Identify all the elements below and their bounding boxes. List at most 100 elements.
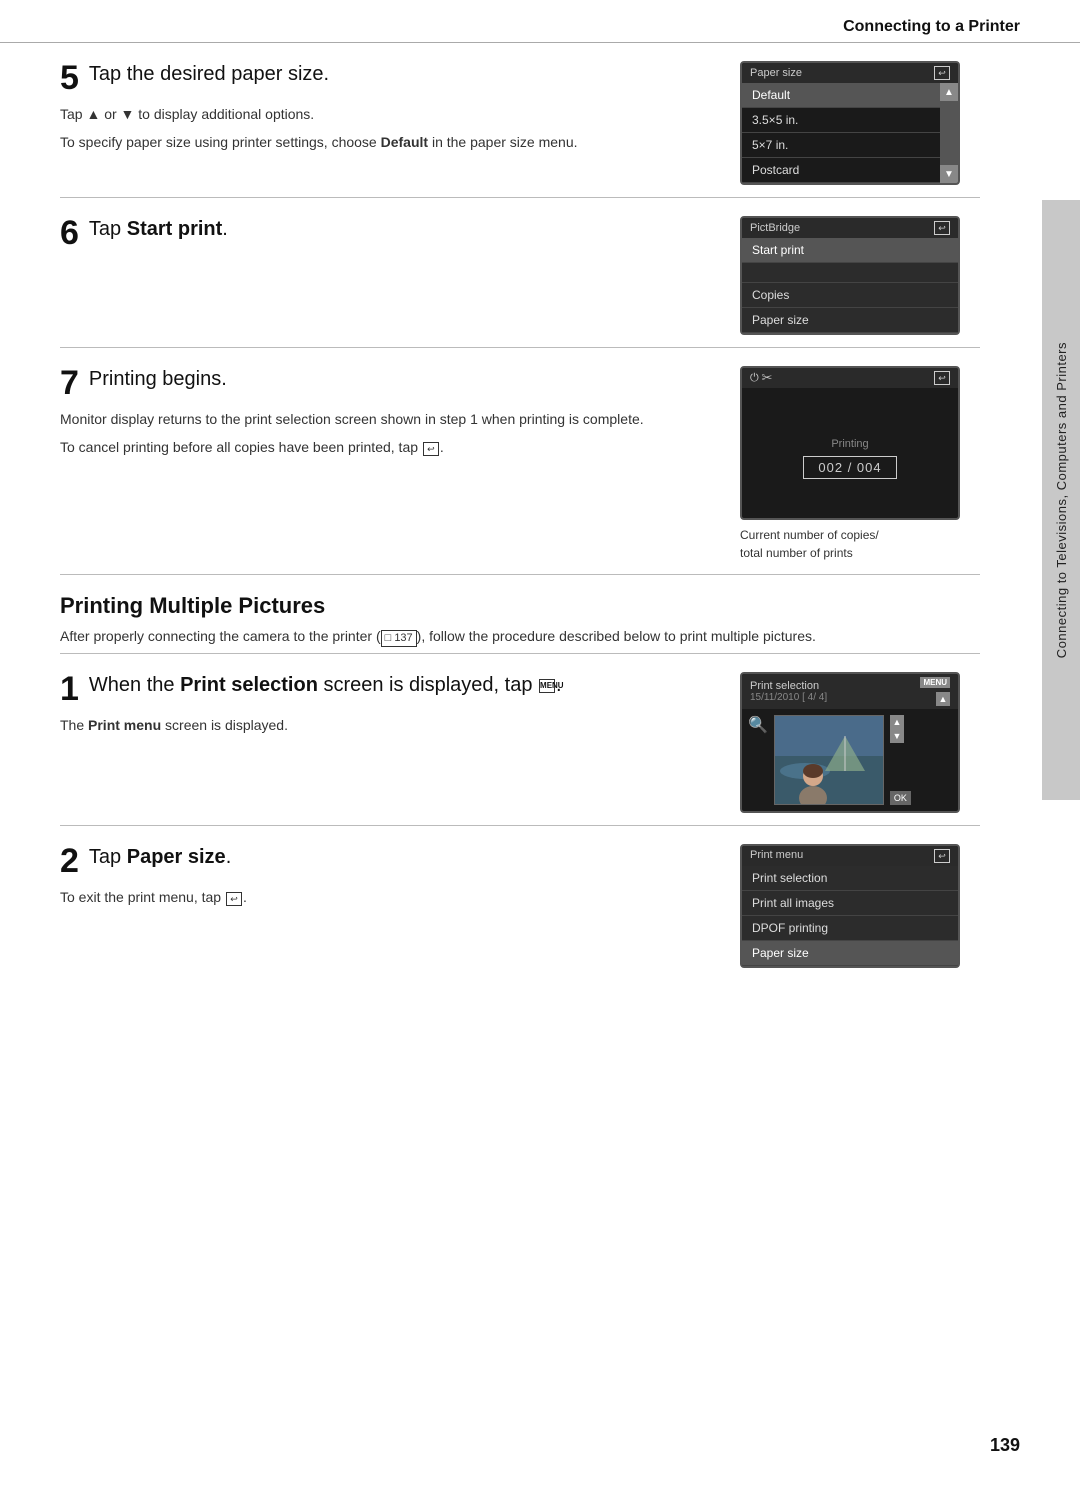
menu-icon-inline: MENU <box>539 679 555 693</box>
start-print-item: Start print <box>742 238 958 263</box>
step-6-title-pre: Tap <box>89 218 127 240</box>
pictbridge-screen: PictBridge ↩ Start print Copies Paper si… <box>740 216 960 335</box>
cancel-icon: ↩ <box>423 442 439 456</box>
paper-size-default: Default <box>742 83 940 108</box>
page-header: Connecting to a Printer <box>0 0 1080 43</box>
print-all-images-item: Print all images <box>742 891 958 916</box>
step-5-screen: Paper size ↩ Default 3.5×5 in. 5×7 in. P… <box>740 61 980 185</box>
step-7-screen-area: ⏻ ✂ ↩ Printing 002 / 004 Current number … <box>740 366 980 562</box>
step-5-body: Tap ▲ or ▼ to display additional options… <box>60 103 716 154</box>
section-step-2-left: 2 Tap Paper size. To exit the print menu… <box>60 844 716 914</box>
paper-size-screen: Paper size ↩ Default 3.5×5 in. 5×7 in. P… <box>740 61 960 185</box>
print-sel-header: Print selection 15/11/2010 [ 4/ 4] MENU … <box>742 674 958 709</box>
back-icon-2: ↩ <box>934 221 950 235</box>
step-6-number: 6 <box>60 216 79 250</box>
step-5-left: 5 Tap the desired paper size. Tap ▲ or ▼… <box>60 61 716 160</box>
step-6-title-end: . <box>222 218 228 240</box>
print-menu-items: Print selection Print all images DPOF pr… <box>742 866 958 966</box>
step-7-title: 7 Printing begins. <box>60 366 716 400</box>
section-step-1: 1 When the Print selection screen is dis… <box>60 654 980 826</box>
copies-item: Copies <box>742 283 958 308</box>
exit-icon: ↩ <box>226 892 242 906</box>
paper-size-postcard: Postcard <box>742 158 940 183</box>
print-menu-screen: Print menu ↩ Print selection Print all i… <box>740 844 960 968</box>
dpof-printing-item: DPOF printing <box>742 916 958 941</box>
back-icon-3: ↩ <box>934 371 950 385</box>
header-title: Connecting to a Printer <box>843 18 1020 35</box>
paper-size-bold: Paper size <box>127 846 226 868</box>
paper-size-header: Paper size ↩ <box>742 63 958 83</box>
pictbridge-header: PictBridge ↩ <box>742 218 958 238</box>
photo-thumbnail <box>774 715 884 805</box>
printing-label: Printing <box>831 438 868 450</box>
step-6-title: 6 Tap Start print. <box>60 216 716 250</box>
step-5-body1: Tap ▲ or ▼ to display additional options… <box>60 103 716 125</box>
section-step-1-body: The Print menu screen is displayed. <box>60 714 716 736</box>
up-arrow-sel2[interactable]: ▲ <box>890 715 904 729</box>
section-intro: After properly connecting the camera to … <box>60 625 980 647</box>
section-step-2-title: 2 Tap Paper size. <box>60 844 716 878</box>
section-step-1-left: 1 When the Print selection screen is dis… <box>60 672 716 742</box>
empty-item <box>742 263 958 283</box>
printing-inner: Printing 002 / 004 <box>742 388 958 518</box>
scroll-col: ▲ ▼ <box>940 83 958 183</box>
sidebar-label: Connecting to Televisions, Computers and… <box>1054 342 1069 658</box>
back-icon-4: ↩ <box>934 849 950 863</box>
section-step-2-screen: Print menu ↩ Print selection Print all i… <box>740 844 980 968</box>
paper-size-5x7: 5×7 in. <box>742 133 940 158</box>
step-5-title: 5 Tap the desired paper size. <box>60 61 716 95</box>
step-7-left: 7 Printing begins. Monitor display retur… <box>60 366 716 465</box>
section-step-1-screen: Print selection 15/11/2010 [ 4/ 4] MENU … <box>740 672 980 813</box>
page-number: 139 <box>990 1435 1020 1456</box>
step-5-section: 5 Tap the desired paper size. Tap ▲ or ▼… <box>60 43 980 198</box>
step-7-title-text: Printing begins. <box>89 368 227 390</box>
section-step-2-body: To exit the print menu, tap ↩. <box>60 886 716 908</box>
main-content: 5 Tap the desired paper size. Tap ▲ or ▼… <box>0 43 1080 1000</box>
step-7-body2: To cancel printing before all copies hav… <box>60 436 716 458</box>
up-arrow-sel[interactable]: ▲ <box>936 692 950 706</box>
sidebar-tab: Connecting to Televisions, Computers and… <box>1042 200 1080 800</box>
section-step-1-number: 1 <box>60 672 79 706</box>
paper-size-menu-item: Paper size <box>742 941 958 966</box>
scroll-down-btn[interactable]: ▼ <box>940 165 958 183</box>
back-icon: ↩ <box>934 66 950 80</box>
ref-box: □ 137 <box>381 630 417 647</box>
section-step-2: 2 Tap Paper size. To exit the print menu… <box>60 826 980 980</box>
step-6-section: 6 Tap Start print. PictBridge ↩ Start pr… <box>60 198 980 348</box>
printing-caption: Current number of copies/ total number o… <box>740 526 980 562</box>
step-5-default-bold: Default <box>381 134 428 150</box>
photo-svg <box>775 716 884 805</box>
page-container: Connecting to Televisions, Computers and… <box>0 0 1080 1486</box>
section-step-1-title: 1 When the Print selection screen is dis… <box>60 672 716 706</box>
printing-screen-header: ⏻ ✂ ↩ <box>742 368 958 388</box>
paper-size-list: Default 3.5×5 in. 5×7 in. Postcard ▲ ▼ <box>742 83 958 183</box>
section-step-2-number: 2 <box>60 844 79 878</box>
step-5-title-text: Tap the desired paper size. <box>89 63 329 85</box>
down-arrow-sel[interactable]: ▼ <box>890 729 904 743</box>
step-6-title-bold: Start print <box>127 218 223 240</box>
step-5-number: 5 <box>60 61 79 95</box>
step-7-body: Monitor display returns to the print sel… <box>60 408 716 459</box>
step-6-screen: PictBridge ↩ Start print Copies Paper si… <box>740 216 980 335</box>
papersize-item: Paper size <box>742 308 958 333</box>
menu-icon-screen: MENU <box>920 677 950 688</box>
print-selection-menu-item: Print selection <box>742 866 958 891</box>
printing-multiple-section: Printing Multiple Pictures After properl… <box>60 575 980 654</box>
zoom-icon: 🔍 <box>748 715 768 735</box>
pictbridge-list: Start print Copies Paper size <box>742 238 958 333</box>
scroll-up-btn[interactable]: ▲ <box>940 83 958 101</box>
printing-screen: ⏻ ✂ ↩ Printing 002 / 004 <box>740 366 960 520</box>
print-selection-bold: Print selection <box>180 674 318 696</box>
printing-counter: 002 / 004 <box>803 456 896 479</box>
paper-size-35x5: 3.5×5 in. <box>742 108 940 133</box>
step-6-left: 6 Tap Start print. <box>60 216 716 258</box>
step-7-number: 7 <box>60 366 79 400</box>
printing-multiple-title: Printing Multiple Pictures <box>60 593 980 619</box>
print-sel-body: 🔍 <box>742 709 958 811</box>
step-7-section: 7 Printing begins. Monitor display retur… <box>60 348 980 575</box>
step-5-body2: To specify paper size using printer sett… <box>60 131 716 153</box>
step-7-body1: Monitor display returns to the print sel… <box>60 408 716 430</box>
ok-button[interactable]: OK <box>890 791 911 805</box>
print-menu-header: Print menu ↩ <box>742 846 958 866</box>
print-selection-screen: Print selection 15/11/2010 [ 4/ 4] MENU … <box>740 672 960 813</box>
